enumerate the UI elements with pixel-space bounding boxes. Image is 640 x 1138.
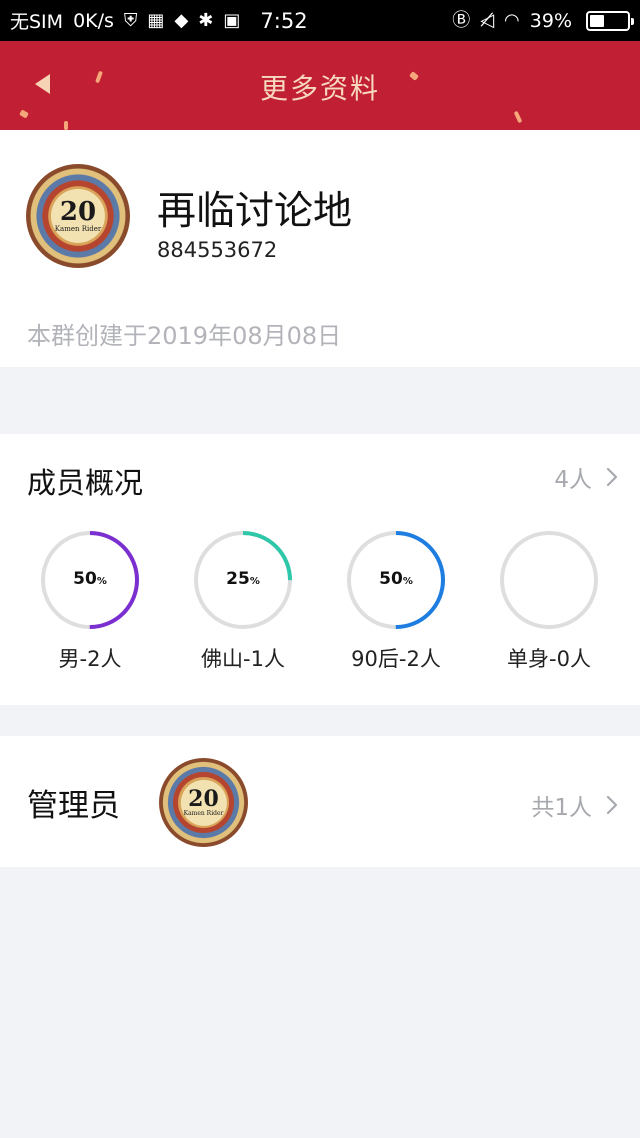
members-count: 4人	[554, 467, 592, 493]
stat-percent: 50%	[73, 569, 107, 589]
ring-track	[500, 531, 598, 629]
group-created-date: 本群创建于2019年08月08日	[27, 322, 342, 350]
screenshot-icon: ▣	[223, 9, 241, 31]
confetti-decoration	[19, 109, 29, 119]
stat-ring	[500, 531, 598, 629]
admins-count-link[interactable]: 共1人	[531, 788, 618, 822]
shield-icon: ⛨	[123, 9, 138, 31]
avatar-emblem-icon: 20 Kamen Rider	[50, 188, 106, 244]
avatar-emblem-icon: 20 Kamen Rider	[180, 779, 227, 826]
group-profile-card: 20 Kamen Rider 再临讨论地 884553672 本群创建于2019…	[0, 130, 640, 367]
chevron-right-icon	[606, 795, 618, 815]
stat-percent: 50%	[379, 569, 413, 589]
page-title: 更多资料	[259, 72, 380, 105]
grid-icon: ▦	[147, 9, 165, 31]
mute-icon: ◁̸	[480, 9, 495, 31]
member-stats: 50% 男-2人 25% 佛山-1人 50% 90后-2人 单身-0人	[0, 530, 640, 680]
admins-card[interactable]: 管理员 20 Kamen Rider 共1人	[0, 736, 640, 867]
confetti-decoration	[64, 121, 68, 130]
stat-label: 男-2人	[58, 647, 122, 671]
group-id: 884553672	[157, 238, 278, 262]
stat-label: 单身-0人	[507, 647, 591, 671]
stat-label: 90后-2人	[351, 647, 441, 671]
stat-percent: 25%	[226, 569, 260, 589]
member-stat-1: 25% 佛山-1人	[183, 530, 303, 673]
member-stat-0: 50% 男-2人	[30, 530, 150, 673]
members-overview-card[interactable]: 成员概况 4人 50% 男-2人 25% 佛山-1人 50% 90后-2人 单身-0人	[0, 434, 640, 705]
bluetooth-icon: ✱	[198, 9, 214, 31]
confetti-decoration	[513, 110, 523, 124]
admins-title: 管理员	[27, 788, 120, 824]
member-stat-3: 单身-0人	[489, 530, 609, 673]
admins-count: 共1人	[531, 795, 592, 821]
battery-icon	[586, 10, 634, 31]
bluetooth-status-icon: Ⓑ	[452, 9, 471, 31]
group-name: 再临讨论地	[157, 189, 353, 234]
network-speed: 0K/s	[73, 9, 114, 32]
status-bar: 无SIM 0K/s ⛨ ▦ ◆ ✱ ▣ 7:52 Ⓑ ◁̸ ◠ 39%	[0, 0, 640, 41]
member-stat-2: 50% 90后-2人	[336, 530, 456, 673]
wifi-icon: ◠	[504, 9, 520, 31]
carrier-text: 无SIM	[10, 11, 64, 33]
security-icon: ◆	[174, 9, 189, 31]
stat-label: 佛山-1人	[201, 647, 285, 671]
battery-percent: 39%	[529, 9, 572, 32]
chevron-right-icon	[606, 467, 618, 487]
admin-avatar[interactable]: 20 Kamen Rider	[159, 758, 248, 847]
members-count-link[interactable]: 4人	[554, 460, 618, 494]
members-section-title: 成员概况	[27, 466, 144, 500]
top-header: 更多资料	[0, 41, 640, 130]
group-avatar[interactable]: 20 Kamen Rider	[26, 164, 130, 268]
clock: 7:52	[260, 8, 308, 33]
